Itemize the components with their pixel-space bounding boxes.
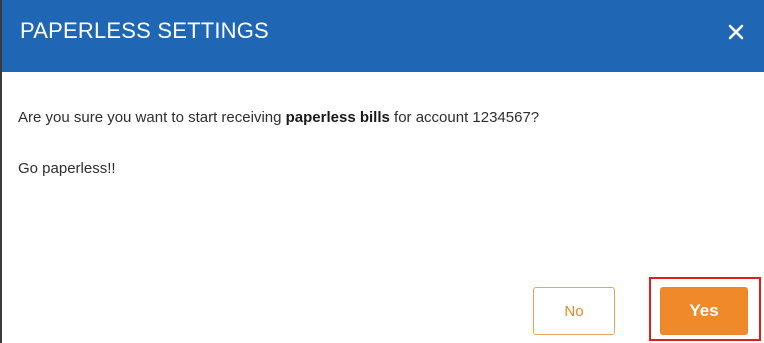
yes-button[interactable]: Yes xyxy=(660,287,748,335)
confirmation-message: Are you sure you want to start receiving… xyxy=(18,109,539,126)
close-button[interactable] xyxy=(720,16,752,48)
go-paperless-text: Go paperless!! xyxy=(18,160,116,177)
close-icon xyxy=(728,24,744,40)
dialog-title: PAPERLESS SETTINGS xyxy=(20,18,269,43)
message-emphasis: paperless bills xyxy=(285,109,390,126)
message-suffix: for account 1234567? xyxy=(389,109,540,126)
paperless-settings-dialog: PAPERLESS SETTINGS Are you sure you want… xyxy=(0,0,764,343)
no-button[interactable]: No xyxy=(533,287,615,335)
message-prefix: Are you sure you want to start receiving xyxy=(18,109,286,126)
dialog-header: PAPERLESS SETTINGS xyxy=(2,0,764,72)
